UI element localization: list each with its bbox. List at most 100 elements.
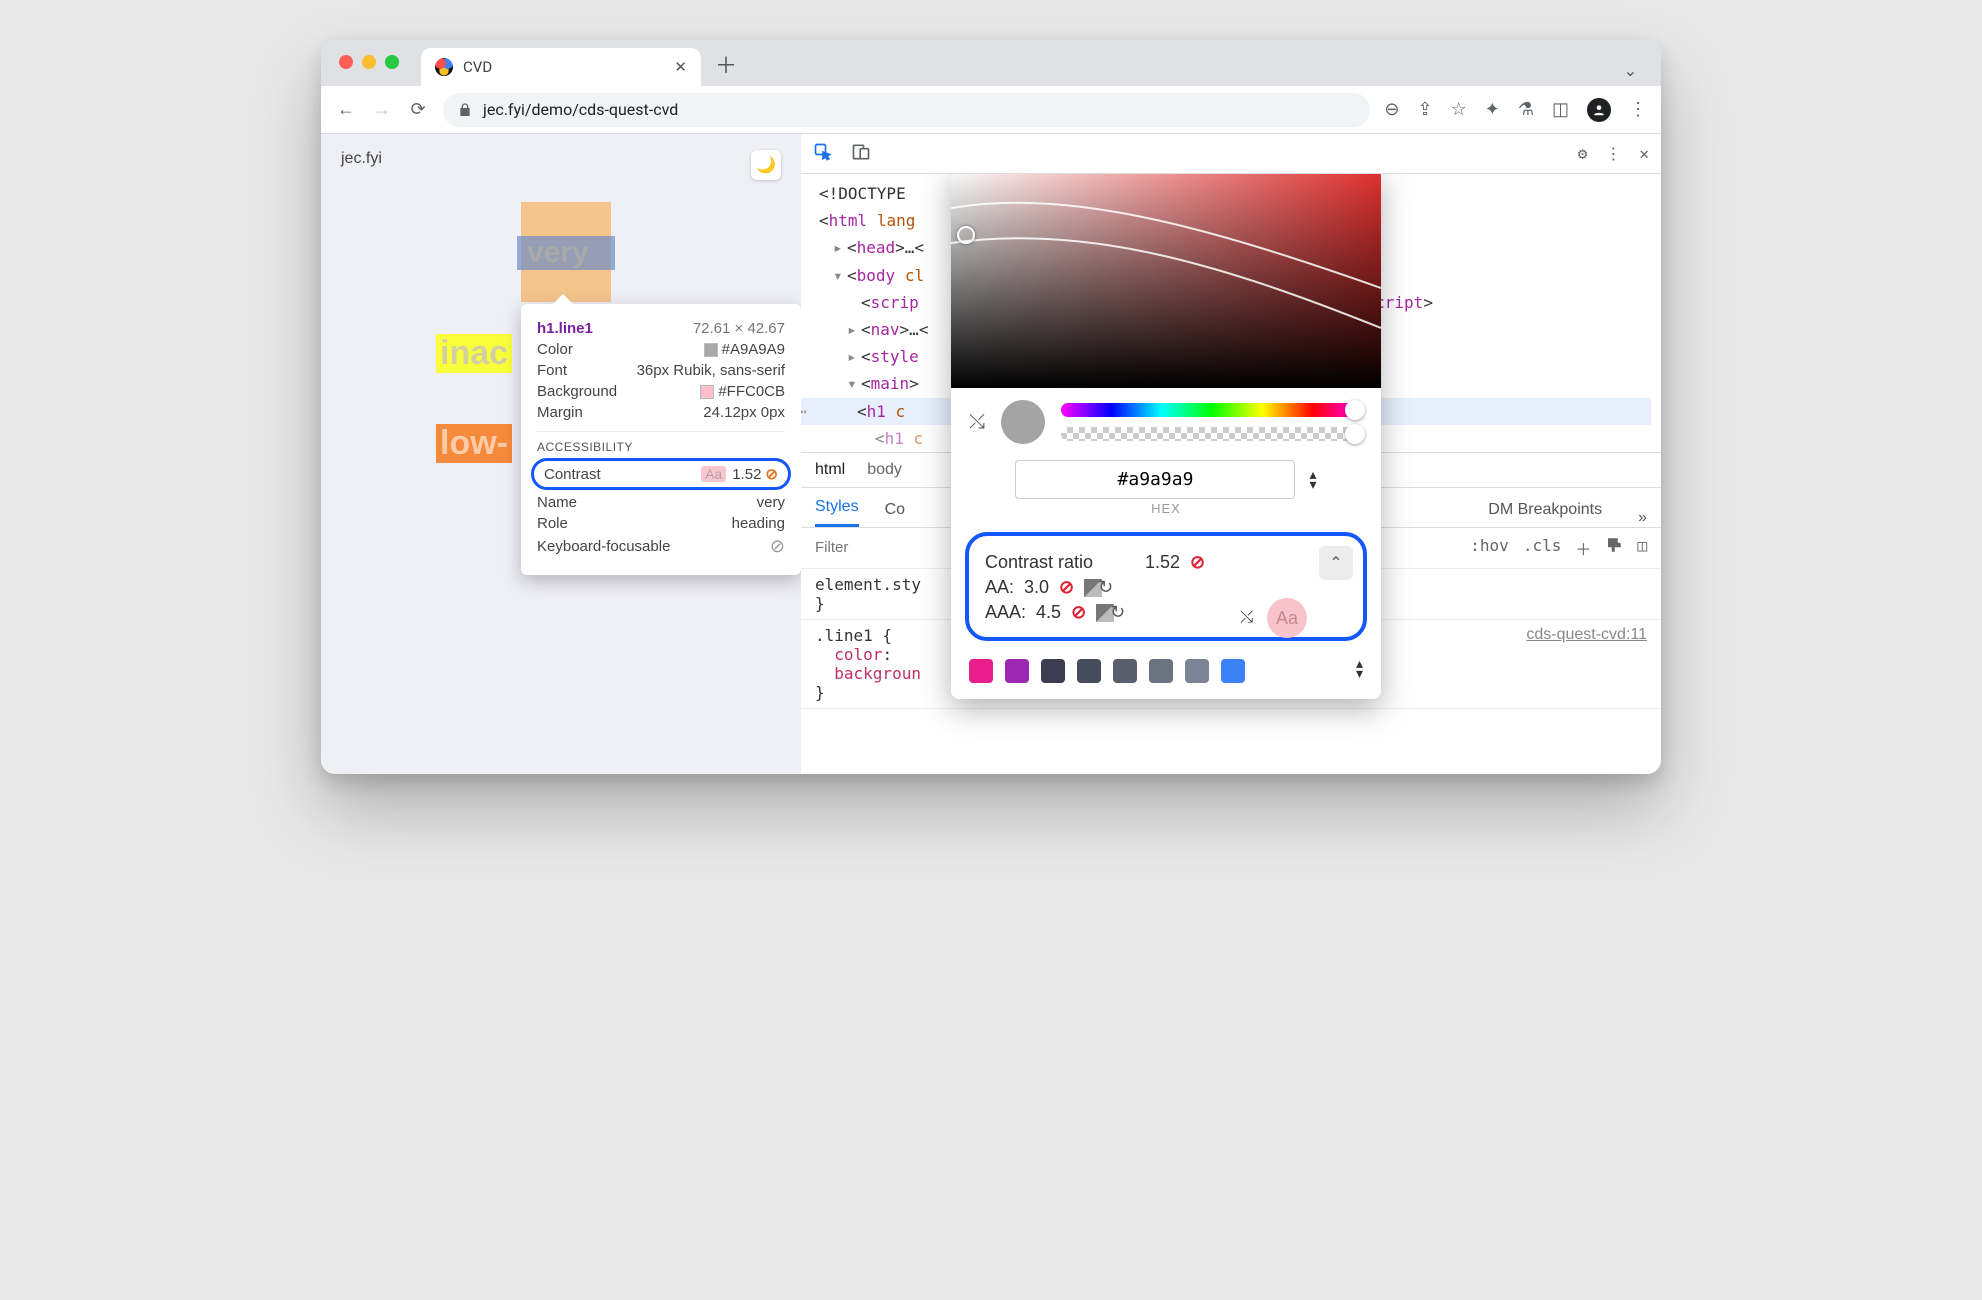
- hex-input[interactable]: [1015, 460, 1295, 499]
- cls-toggle[interactable]: .cls: [1523, 536, 1562, 560]
- collapse-button[interactable]: ⌃: [1319, 546, 1353, 580]
- line1-text: very: [527, 236, 589, 270]
- browser-tab[interactable]: CVD ✕: [421, 48, 701, 86]
- line3-text: low-: [436, 424, 512, 463]
- tooltip-kf-label: Keyboard-focusable: [537, 538, 670, 555]
- devtools-close-icon[interactable]: ✕: [1639, 144, 1649, 163]
- page-viewport: jec.fyi 🌙 very inac low- h1.line1 72.61 …: [321, 134, 801, 774]
- paint-icon[interactable]: [1605, 536, 1623, 560]
- aa-label: AA:: [985, 577, 1014, 598]
- site-title: jec.fyi: [341, 150, 382, 180]
- saturation-value-field[interactable]: [951, 174, 1381, 388]
- tooltip-dimensions: 72.61 × 42.67: [693, 320, 785, 337]
- settings-icon[interactable]: ⚙: [1578, 144, 1588, 163]
- dark-mode-toggle[interactable]: 🌙: [751, 150, 781, 180]
- tooltip-bg-value: #FFC0CB: [700, 383, 785, 400]
- aaa-fix-button[interactable]: ↻: [1096, 602, 1125, 623]
- tab-styles[interactable]: Styles: [815, 498, 859, 527]
- swatch-7[interactable]: [1185, 659, 1209, 683]
- inspect-tooltip: h1.line1 72.61 × 42.67 Color #A9A9A9 Font…: [521, 304, 801, 575]
- aaa-fail-icon: ⊘: [1071, 602, 1086, 623]
- tooltip-color-label: Color: [537, 341, 573, 358]
- profile-avatar[interactable]: [1587, 98, 1611, 122]
- swatch-6[interactable]: [1149, 659, 1173, 683]
- browser-toolbar: ← → ⟳ jec.fyi/demo/cds-quest-cvd ⊖ ⇪ ☆ ✦…: [321, 86, 1661, 134]
- hue-handle-icon[interactable]: [1345, 400, 1365, 420]
- devtools-header: ⚙ ⋮ ✕: [801, 134, 1661, 174]
- tab-title: CVD: [463, 58, 492, 76]
- line2-text: inac: [436, 334, 512, 373]
- swatch-3[interactable]: [1041, 659, 1065, 683]
- tooltip-role-value: heading: [732, 515, 785, 532]
- device-toggle-icon[interactable]: [851, 142, 871, 166]
- tabs-overflow-icon[interactable]: »: [1638, 509, 1647, 527]
- inspect-element-icon[interactable]: [813, 142, 833, 166]
- bg-eyedropper-icon[interactable]: ⤯: [1240, 609, 1253, 627]
- satval-handle-icon[interactable]: [957, 226, 975, 244]
- devtools-pane: ⚙ ⋮ ✕ <!<!DOCTYPEDOCTYPE <html lang ▸<he…: [801, 134, 1661, 774]
- window-maximize-button[interactable]: [385, 55, 399, 69]
- omnibox[interactable]: jec.fyi/demo/cds-quest-cvd: [443, 93, 1370, 127]
- alpha-slider[interactable]: [1061, 427, 1363, 441]
- zoom-out-icon[interactable]: ⊖: [1384, 99, 1399, 120]
- sidepanel-icon[interactable]: ◫: [1552, 99, 1569, 120]
- tab-close-icon[interactable]: ✕: [674, 58, 687, 76]
- tooltip-contrast-row: Contrast Aa1.52⊘: [531, 458, 791, 490]
- nav-forward-button[interactable]: →: [371, 99, 393, 121]
- tooltip-selector: h1.line1: [537, 320, 593, 337]
- warning-icon: ⊘: [765, 466, 778, 483]
- contrast-ratio-panel: Contrast ratio 1.52 ⊘ ⌃ AA: 3.0 ⊘ ↻ AA: [965, 532, 1367, 641]
- crumb-html: html: [815, 461, 845, 479]
- eyedropper-icon[interactable]: ⤯: [969, 411, 985, 434]
- page-header: jec.fyi 🌙: [321, 134, 801, 196]
- swatch-5[interactable]: [1113, 659, 1137, 683]
- contrast-value-group: Aa1.52⊘: [701, 465, 778, 483]
- new-style-rule-icon[interactable]: ＋: [1575, 536, 1591, 560]
- lock-icon: [457, 102, 473, 118]
- tooltip-font-value: 36px Rubik, sans-serif: [637, 362, 785, 379]
- text-preview-icon: Aa: [1267, 598, 1307, 638]
- tabs-menu-icon[interactable]: ⌄: [1624, 61, 1651, 86]
- titlebar: CVD ✕ ＋ ⌄: [321, 40, 1661, 86]
- new-tab-button[interactable]: ＋: [715, 48, 737, 86]
- url-text: jec.fyi/demo/cds-quest-cvd: [483, 100, 678, 119]
- hov-toggle[interactable]: :hov: [1470, 536, 1509, 560]
- swatch-8[interactable]: [1221, 659, 1245, 683]
- share-icon[interactable]: ⇪: [1418, 99, 1433, 120]
- bookmark-icon[interactable]: ☆: [1451, 99, 1467, 120]
- tab-computed[interactable]: Co: [885, 501, 905, 527]
- no-focus-icon: ⊘: [770, 536, 785, 557]
- tooltip-name-value: very: [757, 494, 785, 511]
- swatch-1[interactable]: [969, 659, 993, 683]
- nav-back-button[interactable]: ←: [335, 99, 357, 121]
- contrast-title: Contrast ratio: [985, 552, 1135, 573]
- aa-chip-icon: Aa: [701, 466, 726, 482]
- tooltip-name-label: Name: [537, 494, 577, 511]
- hue-slider[interactable]: [1061, 403, 1363, 417]
- swatch-4[interactable]: [1077, 659, 1101, 683]
- tooltip-margin-label: Margin: [537, 404, 583, 421]
- tooltip-color-value: #A9A9A9: [704, 341, 785, 358]
- favicon-icon: [435, 58, 453, 76]
- reload-button[interactable]: ⟳: [407, 99, 429, 121]
- aaa-label: AAA:: [985, 602, 1026, 623]
- window-close-button[interactable]: [339, 55, 353, 69]
- computed-sidebar-icon[interactable]: ◫: [1637, 536, 1647, 560]
- tooltip-font-label: Font: [537, 362, 567, 379]
- tab-dom-breakpoints[interactable]: DM Breakpoints: [1488, 501, 1602, 527]
- alpha-handle-icon[interactable]: [1345, 424, 1365, 444]
- contrast-ratio-value: 1.52: [1145, 552, 1180, 573]
- contrast-curve-icon: [951, 174, 1381, 388]
- content-row: jec.fyi 🌙 very inac low- h1.line1 72.61 …: [321, 134, 1661, 774]
- aa-fix-button[interactable]: ↻: [1084, 577, 1113, 598]
- format-stepper[interactable]: ▴▾: [1309, 470, 1316, 490]
- rule-source-link[interactable]: cds-quest-cvd:11: [1526, 626, 1647, 644]
- devtools-menu-icon[interactable]: ⋮: [1605, 144, 1621, 163]
- swatch-2[interactable]: [1005, 659, 1029, 683]
- window-minimize-button[interactable]: [362, 55, 376, 69]
- aa-value: 3.0: [1024, 577, 1049, 598]
- browser-menu-icon[interactable]: ⋮: [1629, 99, 1647, 120]
- palette-stepper[interactable]: ▴▾: [1356, 659, 1363, 683]
- extensions-icon[interactable]: ✦: [1485, 99, 1500, 120]
- labs-icon[interactable]: ⚗: [1518, 99, 1534, 120]
